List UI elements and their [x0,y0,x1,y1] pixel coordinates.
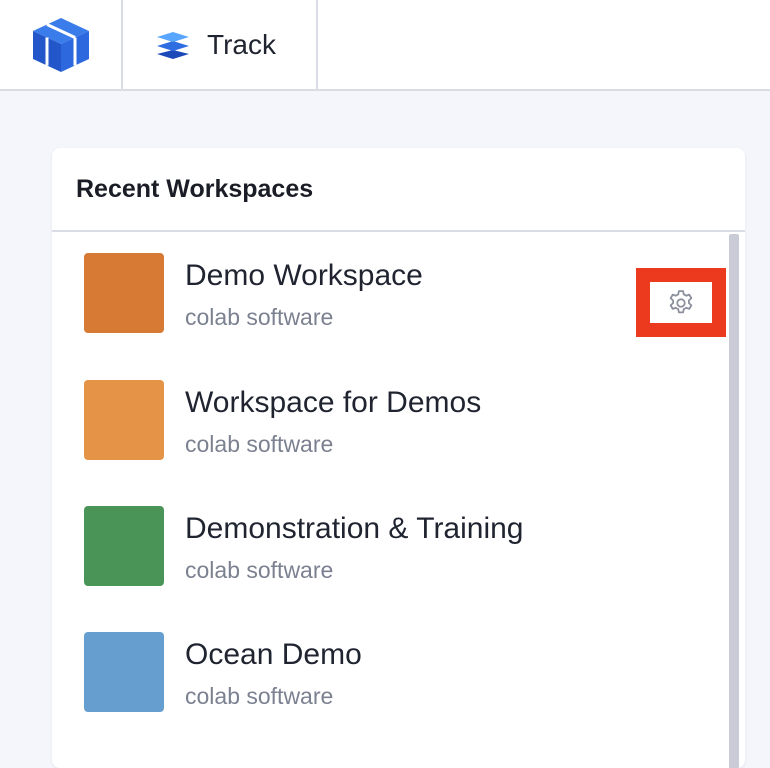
tab-track-label: Track [207,28,276,60]
workspace-name: Demonstration & Training [185,512,524,545]
top-bar: Track [0,0,770,91]
cube-logo-icon [32,17,89,72]
workspace-color-swatch [84,632,164,712]
workspace-item[interactable]: Workspace for Demos colab software [52,359,722,485]
workspace-color-swatch [84,253,164,333]
workspace-org: colab software [185,431,334,457]
workspace-color-swatch [84,506,164,586]
home-logo[interactable] [0,0,123,89]
workspace-name: Workspace for Demos [185,386,482,419]
workspace-org: colab software [185,304,334,330]
layers-icon [157,31,189,59]
workspace-item[interactable]: Demonstration & Training colab software [52,485,722,611]
workspace-settings-button[interactable] [636,268,726,337]
workspace-color-swatch [84,380,164,460]
workspace-name: Demo Workspace [185,259,423,292]
workspace-name: Ocean Demo [185,638,362,671]
workspace-item[interactable]: Demo Workspace colab software [52,232,726,358]
list-scrollbar[interactable] [729,234,739,768]
recent-workspaces-card: Recent Workspaces Demo Workspace colab s… [52,148,745,768]
workspace-org: colab software [185,557,334,583]
card-title: Recent Workspaces [76,174,314,203]
card-header: Recent Workspaces [52,148,745,232]
tab-track[interactable]: Track [123,0,318,89]
gear-icon [669,289,693,313]
workspace-item[interactable]: Ocean Demo colab software [52,611,722,737]
workspace-org: colab software [185,683,334,709]
